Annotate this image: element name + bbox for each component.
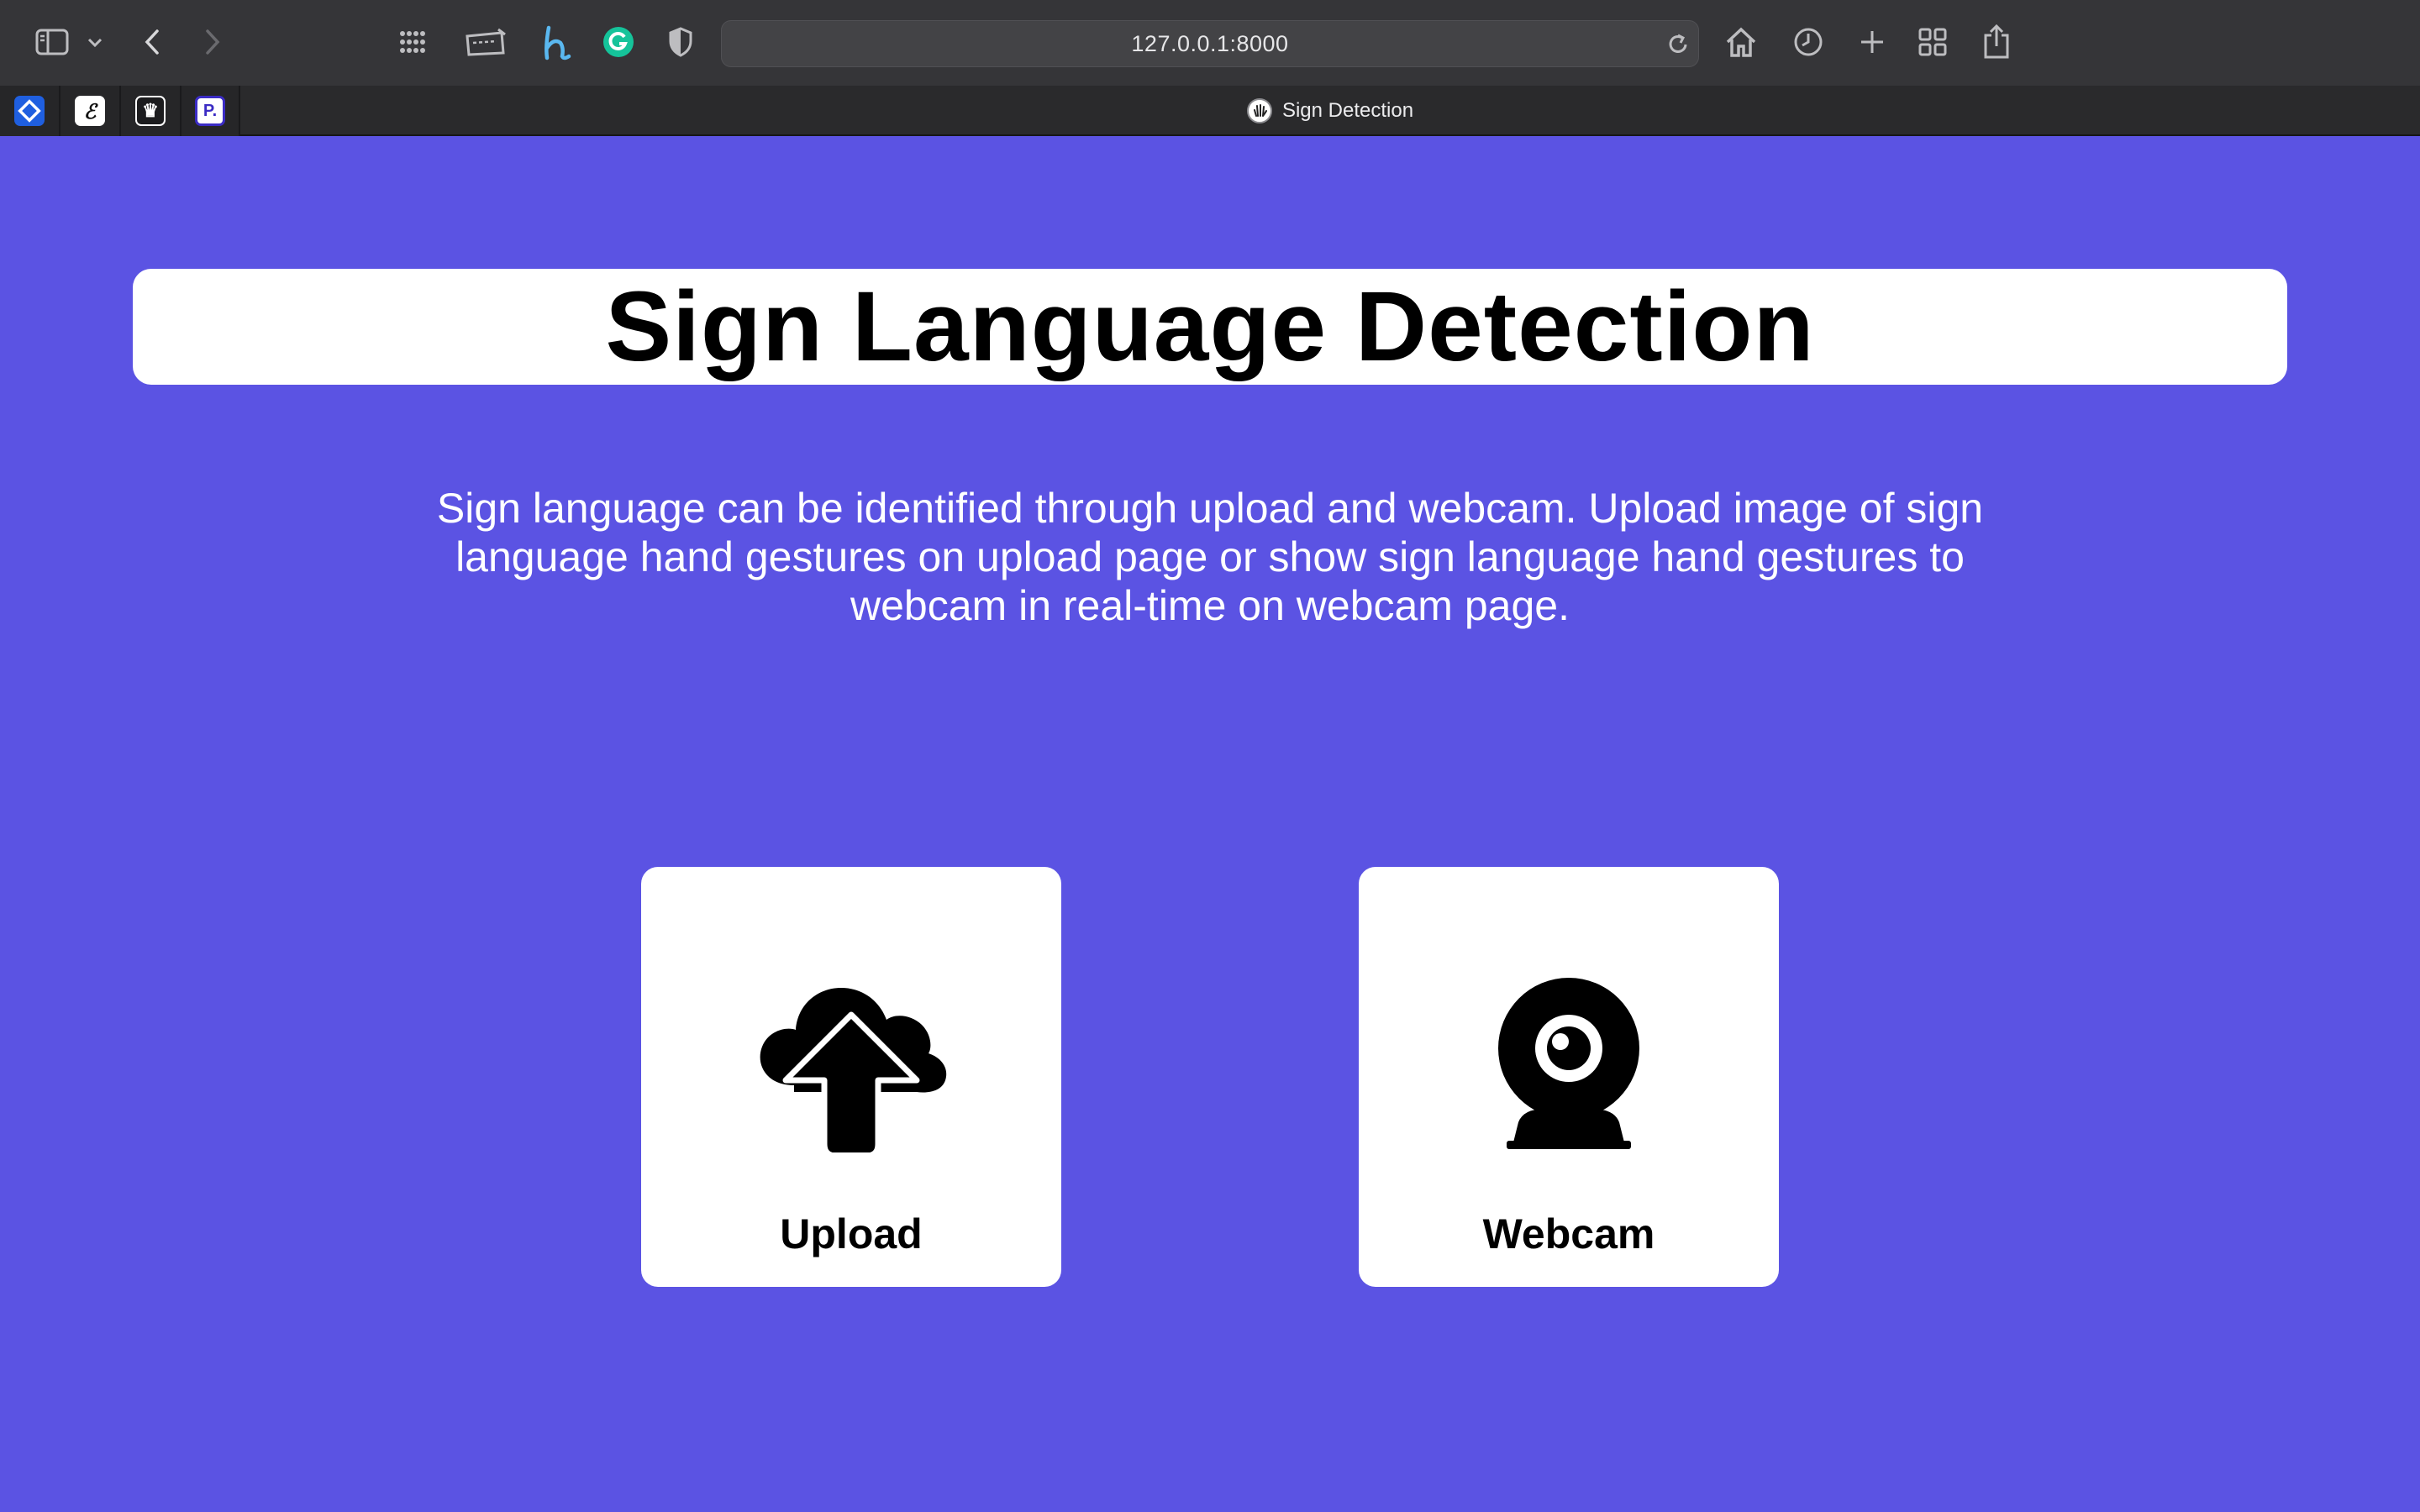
letter-p-icon: P. bbox=[195, 96, 225, 126]
diamond-icon bbox=[14, 96, 45, 126]
webcam-label: Webcam bbox=[1482, 1210, 1655, 1257]
grammarly-icon[interactable] bbox=[602, 25, 635, 59]
address-bar[interactable]: 127.0.0.1:8000 bbox=[721, 20, 1699, 67]
page-content: Sign Language Detection Sign language ca… bbox=[0, 136, 2420, 1512]
url-text: 127.0.0.1:8000 bbox=[1131, 30, 1289, 56]
tab-bar: ℰ ♛ P. Sign Detection bbox=[0, 86, 2420, 136]
browser-toolbar: 127.0.0.1:8000 bbox=[0, 0, 2420, 86]
active-tab[interactable]: Sign Detection bbox=[240, 86, 2420, 136]
back-icon[interactable] bbox=[139, 25, 165, 59]
cloud-upload-icon bbox=[641, 976, 1061, 1152]
reload-icon[interactable] bbox=[1666, 33, 1690, 60]
page-description: Sign language can be identified through … bbox=[436, 485, 1984, 629]
home-icon[interactable] bbox=[1723, 24, 1760, 60]
forward-icon[interactable] bbox=[200, 25, 225, 59]
chevron-down-icon[interactable] bbox=[86, 34, 104, 52]
tab-overview-icon[interactable] bbox=[1916, 25, 1949, 59]
crown-icon: ♛ bbox=[135, 96, 166, 126]
share-icon[interactable] bbox=[1980, 22, 2013, 60]
webcam-card[interactable]: Webcam bbox=[1359, 867, 1779, 1287]
pinned-tab-3[interactable]: ♛ bbox=[121, 86, 182, 136]
page-title: Sign Language Detection bbox=[605, 271, 1815, 382]
upload-label: Upload bbox=[780, 1210, 923, 1257]
hand-favicon-icon bbox=[1246, 98, 1272, 123]
active-tab-title: Sign Detection bbox=[1281, 99, 1414, 122]
h-extension-icon[interactable] bbox=[539, 24, 573, 62]
history-icon[interactable] bbox=[1791, 25, 1825, 59]
upload-card[interactable]: Upload bbox=[641, 867, 1061, 1287]
grid-dots-icon[interactable] bbox=[397, 25, 430, 59]
title-banner: Sign Language Detection bbox=[133, 269, 2287, 385]
webcam-icon bbox=[1359, 976, 1779, 1152]
sidebar-icon[interactable] bbox=[34, 25, 71, 59]
shield-icon[interactable] bbox=[666, 25, 696, 59]
pinned-tab-1[interactable] bbox=[0, 86, 60, 136]
pinned-tab-2[interactable]: ℰ bbox=[60, 86, 121, 136]
new-tab-icon[interactable] bbox=[1855, 25, 1889, 59]
keyboard-icon[interactable] bbox=[464, 25, 508, 59]
pinned-tab-4[interactable]: P. bbox=[182, 86, 240, 136]
letter-e-icon: ℰ bbox=[75, 96, 105, 126]
